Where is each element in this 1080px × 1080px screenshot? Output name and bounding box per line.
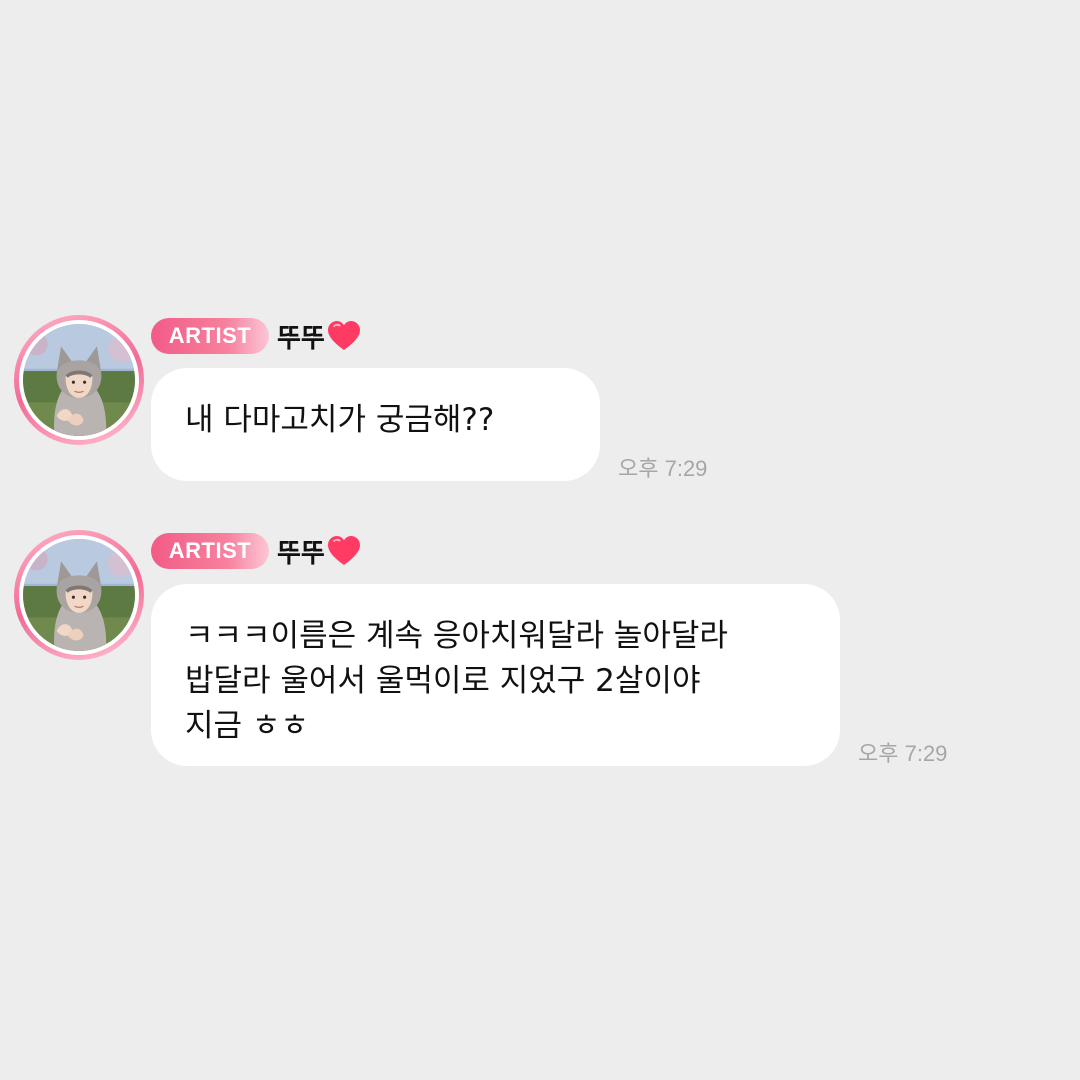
message-time: 오후 7:29 (618, 456, 708, 481)
sender-row: ARTIST 뚜뚜 (151, 532, 361, 570)
sender-name: 뚜뚜 (277, 538, 325, 569)
message-bubble[interactable]: 내 다마고치가 궁금해?? (151, 368, 600, 481)
avatar[interactable] (14, 530, 144, 660)
message-bubble[interactable]: ㅋㅋㅋ이름은 계속 응아치워달라 놀아달라 밥달라 울어서 울먹이로 지었구 2… (151, 584, 840, 766)
message-time: 오후 7:29 (858, 741, 948, 766)
heart-icon (327, 321, 360, 350)
sender-name: 뚜뚜 (277, 323, 325, 354)
avatar-image (23, 324, 135, 436)
avatar[interactable] (14, 315, 144, 445)
sender-name-wrap: 뚜뚜 (277, 533, 361, 570)
heart-icon (327, 536, 360, 565)
sender-row: ARTIST 뚜뚜 (151, 317, 361, 355)
artist-badge: ARTIST (151, 318, 269, 354)
artist-badge: ARTIST (151, 533, 269, 569)
avatar-image (23, 539, 135, 651)
sender-name-wrap: 뚜뚜 (277, 318, 361, 355)
